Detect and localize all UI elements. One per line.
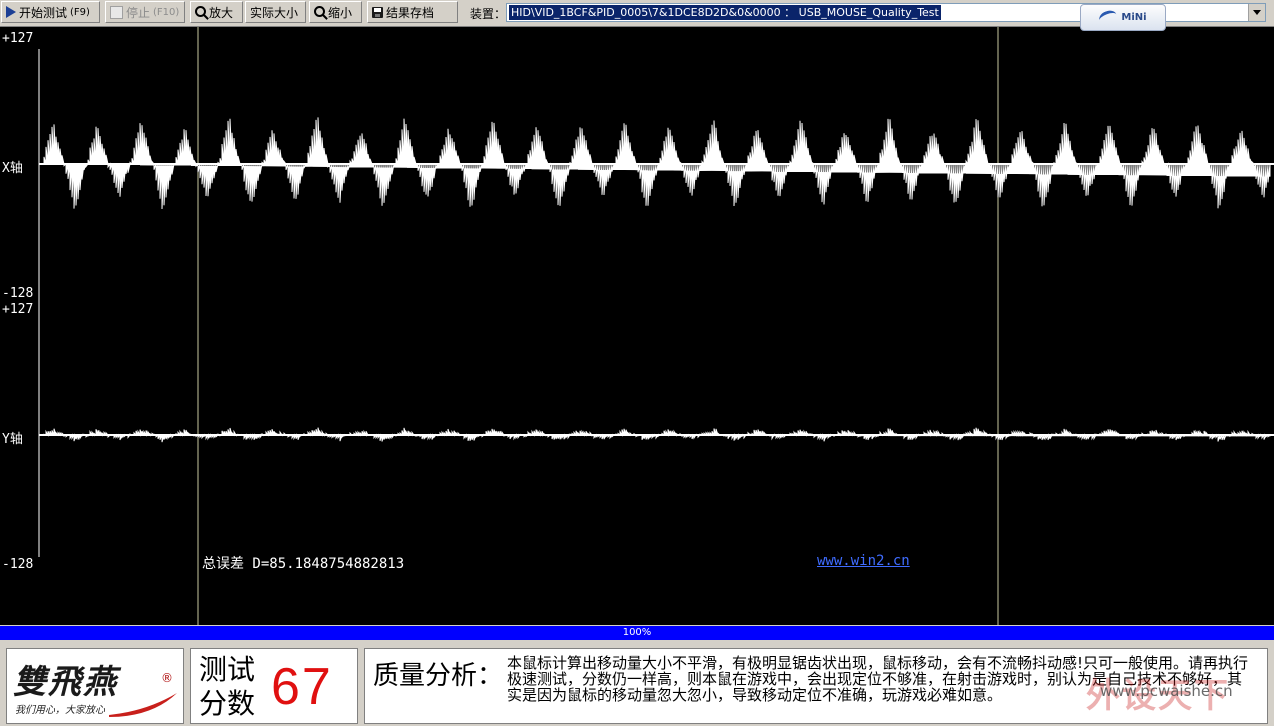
score-label-line1: 测试 [199, 653, 256, 686]
mini-button[interactable]: MiNi [1080, 4, 1166, 31]
dropdown-arrow-icon[interactable] [1248, 4, 1265, 21]
zoom-in-button[interactable]: 放大 [190, 1, 243, 23]
y-axis-label: Y轴 [2, 432, 23, 447]
brand-slogan: 我们用心，大家放心 [15, 705, 105, 716]
zoom-out-icon [314, 5, 325, 17]
zoom-out-label: 缩小 [328, 5, 353, 20]
mini-label: MiNi [1121, 12, 1147, 23]
score-label: 测试 分数 [199, 653, 255, 721]
floppy-disk-icon [372, 6, 383, 18]
score-label-line2: 分数 [199, 687, 256, 720]
swoosh-icon [109, 693, 177, 717]
scope-canvas [38, 27, 1274, 625]
stop-label: 停止 [126, 5, 151, 20]
analysis-label: 质量分析： [373, 661, 504, 691]
score-box: 测试 分数 67 [190, 648, 358, 724]
start-test-label: 开始测试 [19, 5, 68, 20]
result-panel: 雙飛燕 ® 我们用心，大家放心 测试 分数 67 质量分析： 本鼠标计算出移动量… [0, 642, 1274, 726]
stop-button[interactable]: 停止 (F10) [105, 1, 185, 23]
zoom-in-icon [195, 5, 206, 17]
progress-label: 100% [622, 627, 652, 638]
device-label: 装置： [470, 7, 507, 21]
save-result-label: 结果存档 [386, 5, 435, 20]
score-value: 67 [271, 658, 333, 716]
brand-logo: 雙飛燕 ® 我们用心，大家放心 [6, 648, 184, 724]
site-watermark-url: www.pcwaishe.cn [1100, 682, 1233, 700]
start-test-shortcut: (F9) [70, 6, 90, 18]
y-axis-min-label: -128 [2, 557, 34, 572]
swallow-icon [1097, 8, 1120, 27]
stop-icon [110, 5, 123, 19]
start-test-button[interactable]: 开始测试 (F9) [1, 1, 100, 23]
save-result-button[interactable]: 结果存档 [367, 1, 458, 23]
brand-logo-title: 雙飛燕 [13, 662, 118, 701]
actual-size-label: 实际大小 [250, 5, 299, 20]
x-axis-max-label: +127 [2, 31, 34, 46]
x-axis-label: X轴 [2, 161, 23, 176]
actual-size-button[interactable]: 实际大小 [245, 1, 306, 23]
stop-shortcut: (F10) [153, 6, 180, 18]
y-axis-max-label: +127 [2, 302, 34, 317]
progress-bar: 100% [0, 626, 1274, 640]
total-error-text: 总误差 D=85.1848754882813 [202, 556, 405, 572]
signal-scope: +127 X轴 -128 +127 Y轴 -128 总误差 D=85.18487… [0, 27, 1274, 625]
x-axis-min-label: -128 [2, 286, 34, 301]
zoom-in-label: 放大 [209, 5, 234, 20]
win2-link[interactable]: www.win2.cn [817, 553, 910, 569]
registered-mark: ® [161, 671, 173, 685]
zoom-out-button[interactable]: 缩小 [309, 1, 362, 23]
device-select-value: HID\VID_1BCF&PID_0005\7&1DCE8D2D&0&0000 … [509, 5, 941, 20]
play-icon [6, 6, 16, 18]
